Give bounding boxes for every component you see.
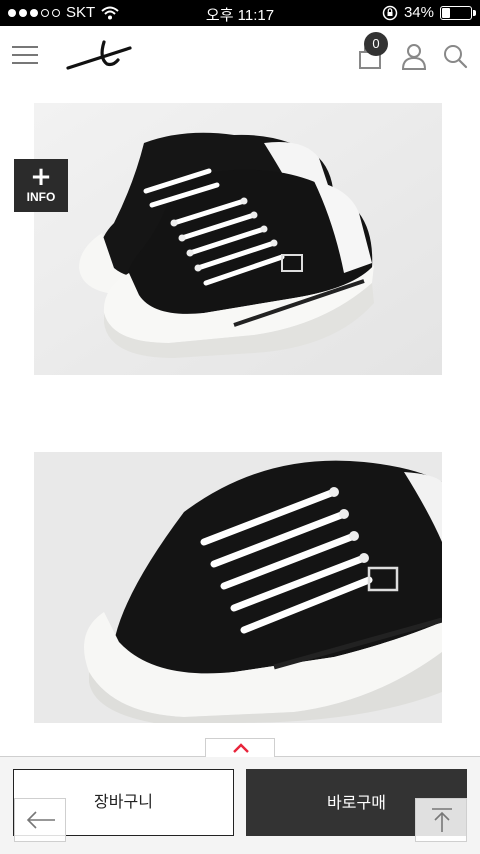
scroll-to-top-button[interactable] <box>415 798 467 842</box>
info-label: INFO <box>26 190 56 204</box>
battery-group: 34% <box>382 4 476 21</box>
battery-percent: 34% <box>403 4 434 21</box>
menu-icon[interactable] <box>12 46 38 66</box>
status-bar: SKT 오후 11:17 34% <box>0 0 480 26</box>
plus-icon: + <box>30 162 52 192</box>
product-image-pair[interactable] <box>34 103 442 375</box>
arrow-left-icon <box>26 811 55 829</box>
search-icon[interactable] <box>442 42 470 70</box>
cart-count-badge: 0 <box>364 32 388 56</box>
battery-level <box>442 7 451 18</box>
brand-logo[interactable] <box>66 38 134 72</box>
info-button[interactable]: + INFO <box>14 159 68 212</box>
user-icon[interactable] <box>400 42 428 70</box>
sneaker-closeup-illustration <box>34 452 442 723</box>
arrow-up-to-top-icon <box>432 808 452 832</box>
chevron-up-icon <box>233 743 249 753</box>
app-header: 0 <box>0 26 480 88</box>
product-image-closeup[interactable] <box>34 452 442 723</box>
rotation-lock-icon <box>382 5 398 20</box>
sneaker-pair-illustration <box>34 103 442 375</box>
battery-icon <box>440 5 476 20</box>
expand-panel-tab[interactable] <box>205 738 275 757</box>
back-button[interactable] <box>14 798 66 842</box>
